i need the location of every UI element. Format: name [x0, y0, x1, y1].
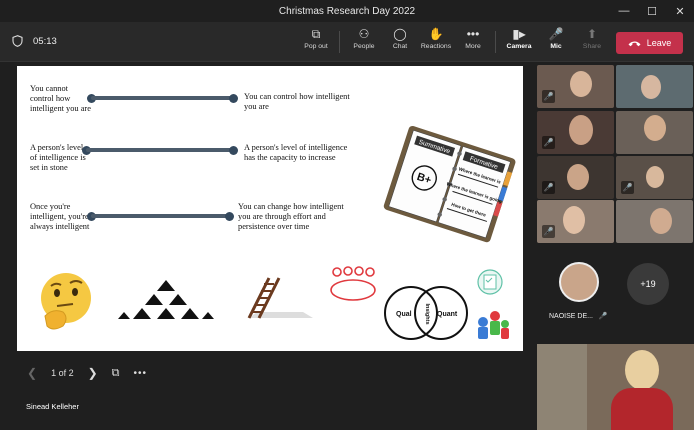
mic-muted-icon: 🎤 — [542, 181, 555, 194]
connector-bar — [91, 214, 231, 218]
title-bar: Christmas Research Day 2022 — ☐ ✕ — [0, 0, 694, 22]
close-button[interactable]: ✕ — [666, 0, 694, 22]
slide-navigation: ❮ 1 of 2 ❯ ⧉ ••• — [17, 360, 523, 386]
slide-grid-icon[interactable]: ⧉ — [112, 367, 120, 380]
self-view-video[interactable] — [537, 344, 694, 430]
bar-endpoint — [229, 94, 238, 103]
avatar — [563, 206, 585, 234]
people-icon: ⚇ — [358, 27, 370, 41]
checklist-team-icon — [477, 269, 509, 339]
venn-left-label: Qual — [396, 311, 412, 318]
shield-icon — [12, 35, 23, 47]
reactions-button[interactable]: ✋ Reactions — [416, 26, 456, 58]
participant-name-text: NAOISE DE... — [549, 313, 593, 320]
ladder-icon — [247, 277, 313, 319]
avatar — [641, 75, 661, 99]
mic-muted-icon: 🎤 — [542, 225, 555, 238]
growth-mindset-statement-3: You can change how intelligent you are t… — [238, 202, 344, 231]
connector-bar — [86, 148, 234, 152]
camera-icon: ▮▸ — [512, 27, 526, 41]
pop-out-label: Pop out — [304, 43, 328, 50]
participant-video-tile[interactable]: 🎤 — [616, 156, 693, 199]
overflow-count: +19 — [640, 279, 656, 289]
bar-endpoint — [225, 212, 234, 221]
chat-icon: ◯ — [393, 27, 407, 41]
avatar — [559, 262, 599, 302]
people-button[interactable]: ⚇ People — [344, 26, 384, 58]
mic-muted-icon: 🎤 — [542, 136, 555, 149]
camera-button[interactable]: ▮▸ Camera — [499, 26, 539, 58]
previous-slide-icon[interactable]: ❮ — [27, 366, 37, 380]
share-icon: ⬆ — [586, 27, 598, 41]
avatar — [625, 350, 659, 390]
avatar — [567, 164, 589, 190]
meeting-toolbar: 05:13 ⧉ Pop out ⚇ People ◯ Chat ✋ Reacti… — [0, 22, 694, 62]
next-slide-icon[interactable]: ❯ — [88, 366, 98, 380]
camera-label: Camera — [506, 43, 532, 50]
meeting-title: Christmas Research Day 2022 — [278, 5, 416, 17]
toolbar-divider — [339, 31, 340, 53]
reactions-icon: ✋ — [428, 27, 444, 41]
participant-name: NAOISE DE... 🎤 — [549, 312, 608, 320]
growth-mindset-statement-1: You can control how intelligent you are — [244, 92, 350, 111]
mic-muted-icon: 🎤 — [621, 181, 634, 194]
chat-button[interactable]: ◯ Chat — [380, 26, 420, 58]
venn-diagram-icon: Qual Quant Insights — [384, 286, 468, 340]
participant-video-tile[interactable] — [616, 200, 693, 243]
participant-video-tile[interactable]: 🎤 — [537, 200, 614, 243]
leave-label: Leave — [646, 38, 672, 48]
fixed-mindset-statement-1: You cannot control how intelligent you a… — [30, 84, 91, 113]
more-icon: ••• — [466, 27, 480, 41]
leave-button[interactable]: Leave — [616, 32, 683, 54]
overflow-participants-button[interactable]: +19 — [627, 263, 669, 305]
minimize-button[interactable]: — — [610, 0, 638, 22]
connector-bar — [91, 96, 235, 100]
page-indicator: 1 of 2 — [51, 368, 74, 378]
christmas-jumper — [611, 388, 673, 430]
phone-hangup-icon — [628, 41, 641, 46]
avatar — [646, 166, 664, 188]
venn-right-label: Quant — [437, 311, 458, 318]
timer-text: 05:13 — [33, 35, 57, 47]
pop-out-icon: ⧉ — [311, 27, 321, 41]
window-controls: — ☐ ✕ — [610, 0, 694, 22]
pyramid-icon — [118, 280, 214, 319]
participant-video-tile[interactable]: 🎤 — [537, 65, 614, 108]
fixed-mindset-statement-3: Once you're intelligent, you're always i… — [30, 202, 90, 231]
background-wall — [537, 344, 587, 430]
avatar — [644, 115, 666, 141]
shared-slide: You cannot control how intelligent you a… — [17, 66, 523, 351]
mic-button[interactable]: 🎤 Mic — [536, 26, 576, 58]
participant-video-tile[interactable]: 🎤 — [537, 156, 614, 199]
bar-endpoint — [229, 146, 238, 155]
maximize-button[interactable]: ☐ — [638, 0, 666, 22]
growth-mindset-statement-2: A person's level of intelligence has the… — [244, 143, 348, 162]
people-label: People — [353, 43, 375, 50]
participant-video-tile[interactable] — [616, 111, 693, 154]
share-button[interactable]: ⬆ Share — [572, 26, 612, 58]
presenter-name: Sinead Kelleher — [26, 402, 79, 411]
mic-muted-icon: 🎤 — [542, 90, 555, 103]
more-options-icon[interactable]: ••• — [134, 368, 148, 379]
book-icon: Summative B+ Formative Where the learner… — [383, 125, 516, 243]
participant-video-tile[interactable]: 🎤 — [537, 111, 614, 154]
share-label: Share — [582, 43, 602, 50]
meeting-timer: 05:13 — [12, 35, 57, 47]
thinking-face-icon — [41, 273, 91, 330]
more-button[interactable]: ••• More — [453, 26, 493, 58]
avatar — [650, 208, 672, 234]
chat-label: Chat — [392, 43, 408, 50]
mic-muted-icon: 🎤 — [598, 313, 608, 320]
mic-label: Mic — [550, 43, 562, 50]
reactions-label: Reactions — [420, 43, 452, 50]
avatar — [569, 115, 593, 145]
more-label: More — [465, 43, 481, 50]
venn-center-label: Insights — [424, 303, 430, 324]
meeting-table-icon — [330, 266, 376, 301]
pop-out-button[interactable]: ⧉ Pop out — [296, 26, 336, 58]
avatar — [570, 71, 592, 97]
mic-muted-icon: 🎤 — [548, 27, 564, 41]
toolbar-divider — [495, 31, 496, 53]
participant-video-tile[interactable] — [616, 65, 693, 108]
